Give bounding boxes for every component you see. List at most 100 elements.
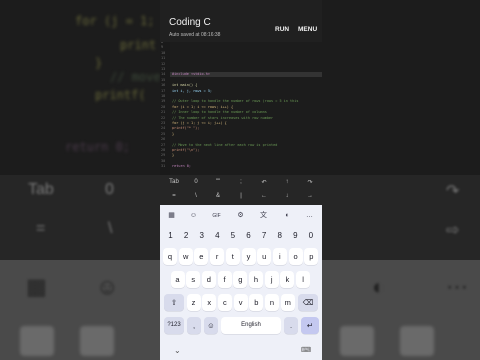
line-number: 21 [161,110,166,115]
gif-icon[interactable]: GIF [210,210,223,222]
letter-key[interactable]: e [194,248,209,265]
code-line: // Outer loop to handle the number of ro… [172,99,299,104]
bg-symbol: Tab [28,181,54,198]
line-number: 11 [161,56,166,61]
code-line: printf("* "); [172,126,200,131]
code-line: // The number of stars increases with ro… [172,115,274,120]
letter-key[interactable]: m [280,294,295,311]
number-key[interactable]: 4 [210,231,225,240]
more-icon[interactable]: … [303,210,316,222]
undo-icon[interactable]: ↶ [256,179,272,186]
palette-icon: ◐ [372,274,386,299]
arrow-down-icon[interactable]: ↓ [279,193,295,199]
letter-key[interactable]: s [186,271,201,288]
letter-key[interactable]: v [233,294,248,311]
line-number: 15 [161,77,166,82]
letter-key[interactable]: x [202,294,217,311]
letter-key[interactable]: a [170,271,185,288]
letter-key[interactable]: h [249,271,263,288]
letter-key[interactable]: t [225,248,240,265]
enter-key[interactable]: ↵ [301,317,319,334]
letter-key[interactable]: y [241,248,256,265]
translate-icon[interactable]: 文 [257,210,270,222]
letter-key[interactable]: k [280,271,295,288]
letter-key[interactable]: f [217,271,232,288]
line-number: 19 [161,99,166,104]
hide-keyboard-icon[interactable]: ⌄ [174,346,181,355]
number-key[interactable]: 7 [257,231,272,240]
letter-key[interactable]: c [217,294,232,311]
letter-key[interactable]: g [233,271,248,288]
number-key[interactable]: 3 [194,231,209,240]
app-title: Coding C [169,17,211,28]
letter-key[interactable]: p [304,248,319,265]
number-key[interactable]: 8 [272,231,287,240]
arrow-up-icon[interactable]: ↑ [279,179,295,185]
code-editor[interactable]: 8 9 10 11 12 13 14 15 16 17 18 19 20 21 22 23 24 25 26 27 28… [160,42,322,175]
bg-code-line: // move [110,70,161,84]
line-number: 12 [161,61,166,66]
number-key[interactable]: 5 [225,231,240,240]
code-line: // Inner loop to handle the number of co… [172,110,267,115]
symbol-bar: Tab 0 "" ; ↶ ↑ ↷ = \ & | ← ↓ → [160,175,322,205]
letter-key[interactable]: n [265,294,279,311]
number-key[interactable]: 0 [303,231,318,240]
emoji-key[interactable]: ☺ [204,317,218,334]
letter-key[interactable]: j [264,271,279,288]
autosave-status: Auto saved at 08:16:38 [169,32,221,38]
letter-key[interactable]: d [201,271,216,288]
line-number: 8 [161,42,164,44]
line-number: 18 [161,94,166,98]
code-line: return 0; [172,164,191,169]
number-key[interactable]: 2 [179,231,194,240]
bg-code-line: print [120,38,157,52]
symbol-key[interactable]: \ [188,193,204,199]
run-button[interactable]: RUN [275,26,289,33]
shift-key[interactable]: ⇧ [164,294,184,311]
settings-icon[interactable]: ⚙ [234,210,247,222]
letter-key[interactable]: i [272,248,287,265]
symbol-key[interactable]: ; [233,179,249,185]
line-number: 13 [161,67,166,71]
bg-symbol: = [36,220,46,237]
number-key[interactable]: 1 [163,231,178,240]
line-number: 17 [161,88,166,93]
symbols-key[interactable]: ?123 [164,317,184,334]
apps-icon[interactable]: ▦ [165,210,178,222]
letter-key[interactable]: q [163,248,177,265]
more-icon: ⋯ [446,274,468,299]
comma-key[interactable]: , [187,317,201,334]
symbol-key[interactable]: "" [210,179,226,185]
space-bar[interactable]: English [221,317,281,334]
symbol-key[interactable]: = [166,193,182,199]
arrow-left-icon[interactable]: ← [256,193,272,199]
line-number: 10 [161,50,166,55]
number-key[interactable]: 6 [241,231,256,240]
letter-key[interactable]: z [186,294,201,311]
tab-key[interactable]: Tab [166,179,182,185]
symbol-key[interactable]: 0 [188,179,204,185]
soft-keyboard: ▦ ☺ GIF ⚙ 文 ◐ … 1234567890 qwertyuiop as… [160,205,322,360]
theme-icon[interactable]: ◐ [281,210,294,222]
line-number: 28 [161,148,166,152]
arrow-right-icon[interactable]: → [302,193,318,199]
keyboard-switch-icon[interactable]: ⌨ [301,346,311,354]
code-line: for (j = 1; j <= i; j++) { [172,121,227,125]
app-bar: Coding C Auto saved at 08:16:38 RUN MENU [160,0,322,42]
line-number: 22 [161,115,166,120]
period-key[interactable]: . [284,317,298,334]
emoji-icon[interactable]: ☺ [187,210,200,222]
letter-key[interactable]: l [296,271,311,288]
symbol-key[interactable]: | [233,193,249,199]
letter-key[interactable]: r [210,248,225,265]
letter-key[interactable]: u [257,248,272,265]
menu-button[interactable]: MENU [298,26,317,33]
letter-key[interactable]: b [249,294,264,311]
backspace-key[interactable]: ⌫ [298,294,318,311]
letter-key[interactable]: w [178,248,193,265]
number-key[interactable]: 9 [288,231,303,240]
redo-icon[interactable]: ↷ [302,179,318,186]
letter-key[interactable]: o [288,248,303,265]
line-number: 9 [161,45,164,50]
symbol-key[interactable]: & [210,193,226,199]
